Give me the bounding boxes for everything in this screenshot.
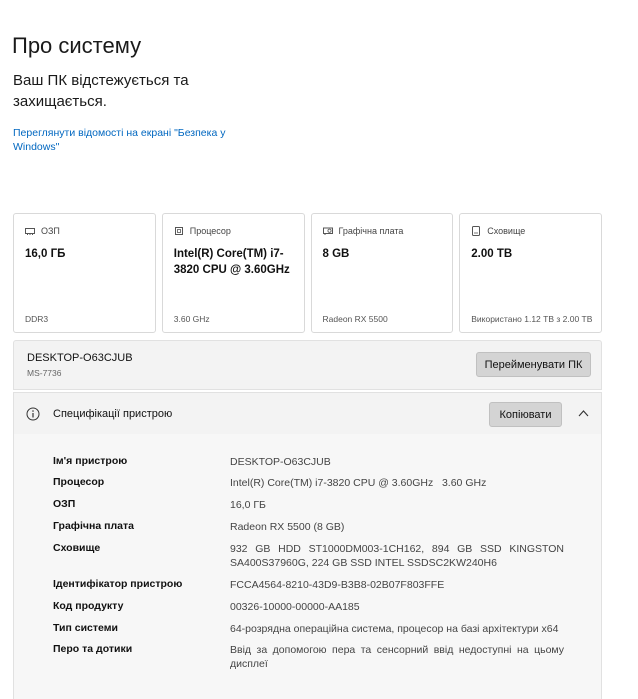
page-title: Про систему <box>12 33 142 58</box>
processor-card-value: Intel(R) Core(TM) i7-3820 CPU @ 3.60GHz <box>173 248 290 276</box>
device-specs-title: Специфікації пристрою <box>53 408 173 420</box>
storage-card: Сховище 2.00 TB Використано 1.12 TB з 2.… <box>459 213 602 333</box>
device-name: DESKTOP-O63CJUB <box>27 352 133 364</box>
device-specs-header[interactable]: Специфікації пристрою Копіювати <box>13 392 602 435</box>
rename-pc-button[interactable]: Перейменувати ПК <box>476 352 591 377</box>
processor-card: Процесор Intel(R) Core(TM) i7-3820 CPU @… <box>161 213 305 333</box>
graphics-card-footer: Radeon RX 5500 <box>322 314 388 324</box>
info-icon <box>26 407 40 421</box>
windows-security-link[interactable]: Переглянути відомості на екрані "Безпека… <box>13 126 253 154</box>
graphics-card: Графічна плата 8 GB Radeon RX 5500 <box>310 213 454 333</box>
processor-card-footer: 3.60 GHz <box>173 314 210 324</box>
device-specs-list: Ім'я пристрою DESKTOP-O63CJUB Процесор I… <box>13 434 602 699</box>
spec-label: Перо та дотики <box>53 643 133 655</box>
spec-value: Ввід за допомогою пера та сенсорний ввід… <box>230 644 564 670</box>
device-model: MS-7736 <box>27 368 62 378</box>
spec-label: ОЗП <box>53 498 76 510</box>
ram-card-footer: DDR3 <box>25 314 49 324</box>
spec-label: Процесор <box>53 476 105 488</box>
storage-card-footer: Використано 1.12 TB з 2.00 TB <box>471 314 593 324</box>
spec-value: 16,0 ГБ <box>230 499 266 511</box>
spec-label: Ім'я пристрою <box>53 455 128 467</box>
memory-icon <box>25 228 35 235</box>
device-name-bar: DESKTOP-O63CJUB MS-7736 Перейменувати ПК <box>13 340 602 390</box>
graphics-card-value: 8 GB <box>322 248 350 260</box>
spec-value: 64-розрядна операційна система, процесор… <box>230 623 559 635</box>
spec-value: Intel(R) Core(TM) i7-3820 CPU @ 3.60GHz … <box>230 477 487 489</box>
spec-value: FCCA4564-8210-43D9-B3B8-02B07F803FFE <box>230 579 445 591</box>
spec-label: Тип системи <box>53 622 118 634</box>
protection-status: Ваш ПК відстежується та захищається. <box>13 72 189 110</box>
spec-value: 932 GB HDD ST1000DM003-1CH162, 894 GB SS… <box>230 543 564 569</box>
spec-value: DESKTOP-O63CJUB <box>230 456 331 468</box>
ram-card-value: 16,0 ГБ <box>25 248 66 260</box>
graphics-card-label: Графічна плата <box>338 226 404 236</box>
chevron-up-icon[interactable] <box>578 409 589 417</box>
spec-value: Radeon RX 5500 (8 GB) <box>230 521 345 533</box>
storage-icon <box>472 226 481 236</box>
spec-label: Графічна плата <box>53 520 134 532</box>
processor-icon <box>174 227 183 235</box>
storage-card-value: 2.00 TB <box>471 248 513 260</box>
graphics-card-icon <box>322 227 333 235</box>
spec-label: Код продукту <box>53 600 124 612</box>
processor-card-label: Процесор <box>189 226 231 236</box>
hardware-summary-cards: ОЗП 16,0 ГБ DDR3 Процесор Intel(R) Core(… <box>13 213 602 335</box>
ram-card: ОЗП 16,0 ГБ DDR3 <box>13 213 156 333</box>
spec-value: 00326-10000-00000-AA185 <box>230 601 360 613</box>
ram-card-label: ОЗП <box>41 226 60 236</box>
spec-label: Ідентифікатор пристрою <box>53 578 183 590</box>
copy-button[interactable]: Копіювати <box>489 402 562 427</box>
spec-label: Сховище <box>53 542 101 554</box>
storage-card-label: Сховище <box>487 226 526 236</box>
